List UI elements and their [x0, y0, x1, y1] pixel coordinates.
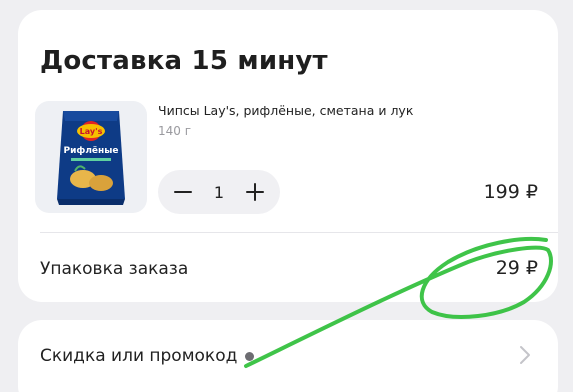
delivery-title: Доставка 15 минут [40, 46, 328, 76]
product-name[interactable]: Чипсы Lay's, рифлёные, сметана и лук [158, 103, 413, 118]
decrease-button[interactable] [172, 181, 194, 203]
package-line: Рифлёные [64, 146, 119, 156]
product-image[interactable]: Lay's Рифлёные [35, 101, 147, 213]
promo-card[interactable]: Скидка или промокод [18, 320, 558, 392]
quantity-stepper: 1 [158, 170, 280, 214]
delivery-card: Доставка 15 минут Lay's Рифлёные Чипсы L… [18, 10, 558, 302]
increase-button[interactable] [244, 181, 266, 203]
promo-label: Скидка или промокод [40, 346, 238, 366]
chips-package-icon: Lay's Рифлёные [57, 111, 125, 205]
chevron-right-icon[interactable] [518, 344, 532, 370]
minus-icon [174, 191, 192, 193]
plus-icon [246, 183, 264, 201]
packaging-label: Упаковка заказа [40, 259, 189, 279]
packaging-price: 29 ₽ [495, 257, 538, 279]
package-brand: Lay's [80, 127, 103, 136]
quantity-value: 1 [213, 182, 225, 202]
divider [40, 232, 558, 233]
item-price: 199 ₽ [483, 181, 538, 203]
promo-row[interactable]: Скидка или промокод [40, 346, 255, 366]
status-dot-icon [245, 351, 255, 361]
product-weight: 140 г [158, 124, 192, 138]
